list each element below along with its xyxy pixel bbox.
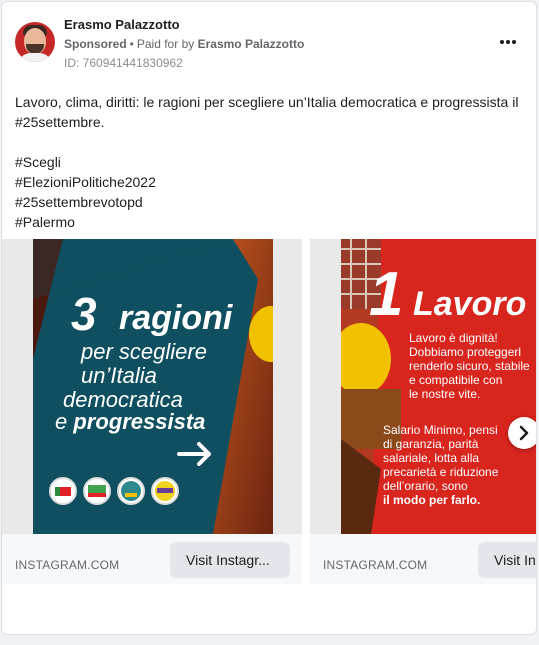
poster-3-ragioni: 3 ragioni per scegliere un’Italia democr… [33,239,273,534]
post-text-paragraph: Lavoro, clima, diritti: le ragioni per s… [15,94,519,130]
poster-2-para2-line: dell’orario, sono [383,479,468,493]
visit-instagram-button-2[interactable]: Visit Ins [478,542,536,578]
hashtag-scegli[interactable]: #Scegli [15,152,530,172]
poster-1-line4-a: e [55,409,74,434]
poster-1-line4-b: progressista [73,409,206,434]
dem-logo-mark [88,485,106,497]
ad-id: ID: 760941441830962 [64,56,183,70]
hashtag-palermo[interactable]: #Palermo [15,212,530,232]
poster-2-para2-line: salariale, lotta alla [383,451,480,465]
carousel-card-2-footer[interactable]: INSTAGRAM.COM Visit Ins [310,534,536,584]
meta-separator: • [129,37,134,51]
poster-2-para2-bold: il modo per farlo. [383,493,481,507]
poster-1-line1: per scegliere [81,339,207,364]
poster-1-line4: e progressista [55,409,205,435]
party-logos [49,477,189,507]
ad-post-card: Erasmo Palazzotto Sponsored • Paid for by … [1,1,537,635]
hashtag-elezioni[interactable]: #ElezioniPolitiche2022 [15,172,530,192]
poster-1-lavoro: 1 Lavoro Lavoro è dignità! Dobbiamo prot… [341,239,536,534]
pd-logo [49,477,77,505]
poster-2-para1-line: e compatibile con [409,373,503,387]
more-dot [506,40,510,44]
pd-logo-mark [55,487,71,496]
paid-for-prefix: Paid for by [136,37,195,51]
poster-2-number: 1 [369,260,404,329]
impegno-logo-mark [121,481,141,501]
post-meta: Sponsored • Paid for by Erasmo Palazzotto [64,37,304,51]
poster-1-line2: un’Italia [81,363,157,388]
carousel-card-1-footer[interactable]: INSTAGRAM.COM Visit Instagr... [2,534,302,584]
post-text: Lavoro, clima, diritti: le ragioni per s… [15,92,530,232]
card-2-domain: INSTAGRAM.COM [323,558,428,572]
chevron-right-icon [519,425,529,441]
poster-2-para2: Salario Minimo, pensi di garanzia, parit… [383,423,498,507]
poster-2-para1: Lavoro è dignità! Dobbiamo proteggerl re… [409,331,530,401]
more-options-icon[interactable] [496,32,520,52]
impegno-civico-logo [117,477,145,505]
card-1-domain: INSTAGRAM.COM [15,558,120,572]
dem-logo [83,477,111,505]
poster-2-para1-line: le nostre vite. [409,387,481,401]
poster-1-number: 3 [71,288,97,340]
carousel-next-button[interactable] [508,417,536,449]
carousel-card-2-media[interactable]: 1 Lavoro Lavoro è dignità! Dobbiamo prot… [310,239,536,534]
sponsored-label: Sponsored [64,37,127,51]
poster-2-para1-line: Dobbiamo proteggerl [409,345,522,359]
carousel-card-1-media[interactable]: 3 ragioni per scegliere un’Italia democr… [2,239,302,534]
piu-europa-logo [151,477,179,505]
author-name[interactable]: Erasmo Palazzotto [64,17,180,32]
more-dot [500,40,504,44]
europa-logo-mark [155,481,175,501]
avatar-shirt [17,53,53,62]
poster-1-word: ragioni [119,299,233,337]
poster-2-para2-line: di garanzia, parità [383,437,479,451]
more-dot [512,40,516,44]
author-avatar[interactable] [15,22,55,62]
poster-2-word: Lavoro [413,285,527,323]
hashtag-25settembre[interactable]: #25settembrevotopd [15,192,530,212]
poster-2-para2-line: precarietà e riduzione [383,465,499,479]
paid-for-by-name[interactable]: Erasmo Palazzotto [198,37,305,51]
visit-instagram-button-1[interactable]: Visit Instagr... [170,542,290,578]
poster-2-para1-line: renderlo sicuro, stabile [409,359,530,373]
poster-2-para2-line: Salario Minimo, pensi [383,423,498,437]
poster-2-para1-line: Lavoro è dignità! [409,331,498,345]
